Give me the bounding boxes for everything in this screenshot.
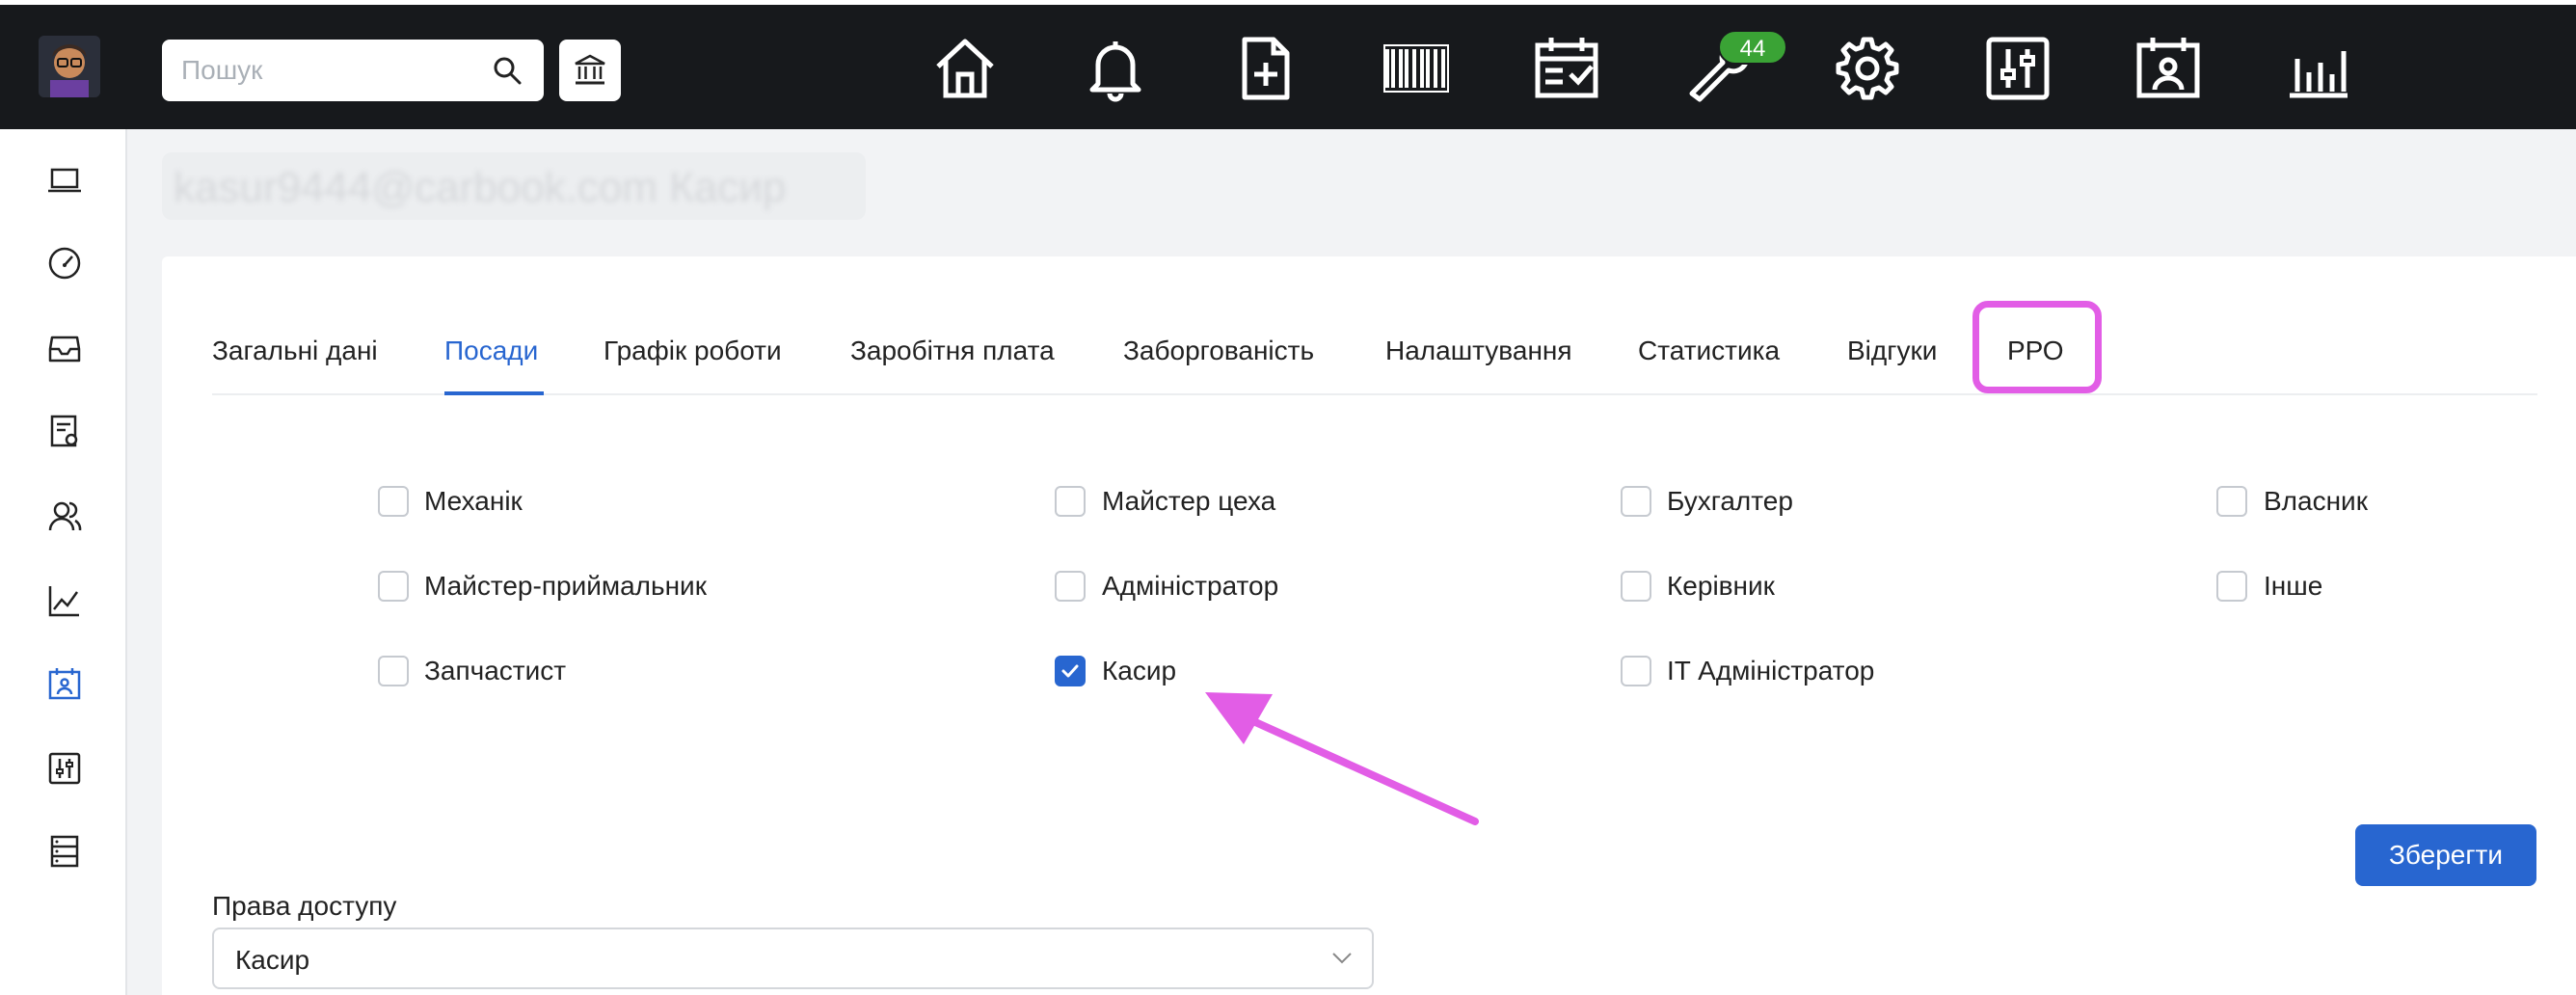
checkbox-mechanic[interactable] bbox=[378, 486, 409, 517]
checkbox-label: Власник bbox=[2264, 486, 2368, 516]
checkbox-workshop-master[interactable] bbox=[1055, 486, 1086, 517]
checkbox-label: Адміністратор bbox=[1102, 571, 1279, 601]
checkbox-receiver[interactable] bbox=[378, 571, 409, 602]
checkbox-administrator[interactable] bbox=[1055, 571, 1086, 602]
users-icon[interactable] bbox=[46, 498, 83, 534]
home-icon[interactable] bbox=[928, 32, 1002, 105]
bank-button[interactable] bbox=[559, 40, 621, 101]
checkbox-other[interactable] bbox=[2216, 571, 2247, 602]
bank-icon bbox=[575, 54, 605, 85]
annotation-arrow-icon bbox=[1205, 692, 1479, 825]
bell-icon[interactable] bbox=[1079, 32, 1152, 105]
dashboard-gauge-icon[interactable] bbox=[46, 245, 83, 282]
access-rights-value: Касир bbox=[235, 945, 310, 975]
checkbox-label: Майстер цеха bbox=[1102, 486, 1276, 516]
user-avatar[interactable] bbox=[39, 36, 100, 97]
laptop-icon[interactable] bbox=[46, 162, 83, 199]
access-rights-select[interactable]: Касир bbox=[212, 928, 1374, 989]
checkbox-it-administrator[interactable] bbox=[1621, 656, 1651, 686]
checkbox-parts-specialist[interactable] bbox=[378, 656, 409, 686]
tab-statistics[interactable]: Статистика bbox=[1638, 336, 1780, 366]
checkbox-label: IT Адміністратор bbox=[1667, 656, 1875, 686]
tab-schedule[interactable]: Графік роботи bbox=[604, 336, 782, 366]
checkbox-cashier[interactable] bbox=[1055, 656, 1086, 686]
inbox-icon[interactable] bbox=[46, 330, 83, 366]
page-title-blurred: kasur9444@carbook.com Касир bbox=[162, 152, 866, 220]
search-icon[interactable] bbox=[492, 55, 523, 86]
tab-positions[interactable]: Посади bbox=[444, 336, 538, 366]
employee-calendar-icon[interactable] bbox=[2132, 32, 2205, 105]
gear-icon[interactable] bbox=[1831, 32, 1904, 105]
notification-badge: 44 bbox=[1718, 30, 1787, 65]
checkbox-label: Майстер-приймальник bbox=[424, 571, 707, 601]
page-title: kasur9444@carbook.com Касир bbox=[174, 164, 787, 211]
checkbox-accountant[interactable] bbox=[1621, 486, 1651, 517]
calendar-check-icon[interactable] bbox=[1530, 32, 1603, 105]
tab-general[interactable]: Загальні дані bbox=[212, 336, 378, 366]
new-document-icon[interactable] bbox=[1229, 32, 1302, 105]
barcode-icon[interactable] bbox=[1380, 32, 1453, 105]
checkbox-owner[interactable] bbox=[2216, 486, 2247, 517]
search-input[interactable] bbox=[181, 40, 470, 101]
checkmark-icon bbox=[1061, 664, 1079, 678]
access-rights-label: Права доступу bbox=[212, 891, 397, 921]
tab-reviews[interactable]: Відгуки bbox=[1847, 336, 1937, 366]
line-chart-icon[interactable] bbox=[46, 582, 83, 619]
checkbox-label: Механік bbox=[424, 486, 523, 516]
checkbox-label: Касир bbox=[1102, 656, 1177, 686]
save-button[interactable]: Зберегти bbox=[2355, 824, 2536, 886]
tab-settings[interactable]: Налаштування bbox=[1385, 336, 1572, 366]
employee-calendar-icon[interactable] bbox=[46, 665, 83, 702]
sidebar bbox=[0, 129, 127, 995]
sliders-icon[interactable] bbox=[46, 750, 83, 787]
bar-chart-icon[interactable] bbox=[2282, 32, 2355, 105]
chevron-down-icon bbox=[1332, 953, 1352, 964]
report-icon[interactable] bbox=[46, 413, 83, 449]
top-bar: 44 bbox=[0, 0, 2576, 129]
sliders-icon[interactable] bbox=[1981, 32, 2054, 105]
search-box bbox=[162, 40, 544, 101]
server-icon[interactable] bbox=[46, 833, 83, 870]
checkbox-label: Запчастист bbox=[424, 656, 567, 686]
checkbox-label: Керівник bbox=[1667, 571, 1775, 601]
rro-tab-highlight bbox=[1972, 301, 2102, 393]
checkbox-label: Бухгалтер bbox=[1667, 486, 1793, 516]
checkbox-label: Інше bbox=[2264, 571, 2323, 601]
tab-debt[interactable]: Заборгованість bbox=[1123, 336, 1314, 366]
active-tab-indicator bbox=[444, 391, 544, 395]
tab-bar: Загальні дані Посади Графік роботи Зароб… bbox=[212, 299, 2537, 395]
checkbox-manager[interactable] bbox=[1621, 571, 1651, 602]
tab-salary[interactable]: Заробітня плата bbox=[850, 336, 1055, 366]
